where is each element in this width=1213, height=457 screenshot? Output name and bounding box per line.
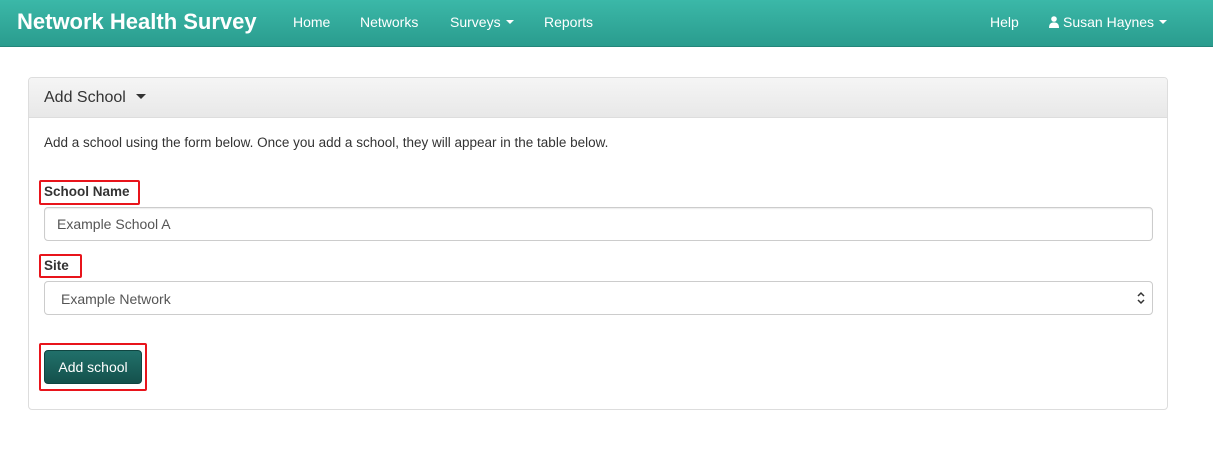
panel-heading[interactable]: Add School (29, 78, 1167, 118)
site-selected-value: Example Network (61, 291, 171, 307)
site-select[interactable]: Example Network (44, 281, 1153, 315)
top-navbar: Network Health Survey Home Networks Surv… (0, 0, 1213, 47)
panel-title-text: Add School (44, 89, 126, 106)
select-arrows-icon (1136, 291, 1146, 305)
site-label: Site (44, 258, 69, 273)
chevron-down-icon (1159, 20, 1168, 25)
nav-help[interactable]: Help (990, 14, 1019, 30)
brand-logo[interactable]: Network Health Survey (17, 9, 257, 35)
nav-networks[interactable]: Networks (360, 14, 418, 30)
user-name: Susan Haynes (1063, 14, 1155, 30)
nav-reports[interactable]: Reports (544, 14, 593, 30)
user-icon (1049, 15, 1059, 31)
nav-surveys-label: Surveys (450, 14, 501, 30)
caret-down-icon (135, 94, 146, 100)
user-menu-dropdown[interactable]: Susan Haynes (1049, 14, 1168, 31)
add-school-panel: Add School Add a school using the form b… (28, 77, 1168, 410)
school-name-label: School Name (44, 184, 130, 199)
nav-home[interactable]: Home (293, 14, 330, 30)
intro-text: Add a school using the form below. Once … (44, 135, 609, 150)
chevron-down-icon (505, 20, 514, 25)
panel-title: Add School (44, 89, 146, 107)
school-name-input[interactable] (44, 207, 1153, 241)
add-school-button[interactable]: Add school (44, 350, 142, 384)
nav-surveys-dropdown[interactable]: Surveys (450, 14, 514, 30)
